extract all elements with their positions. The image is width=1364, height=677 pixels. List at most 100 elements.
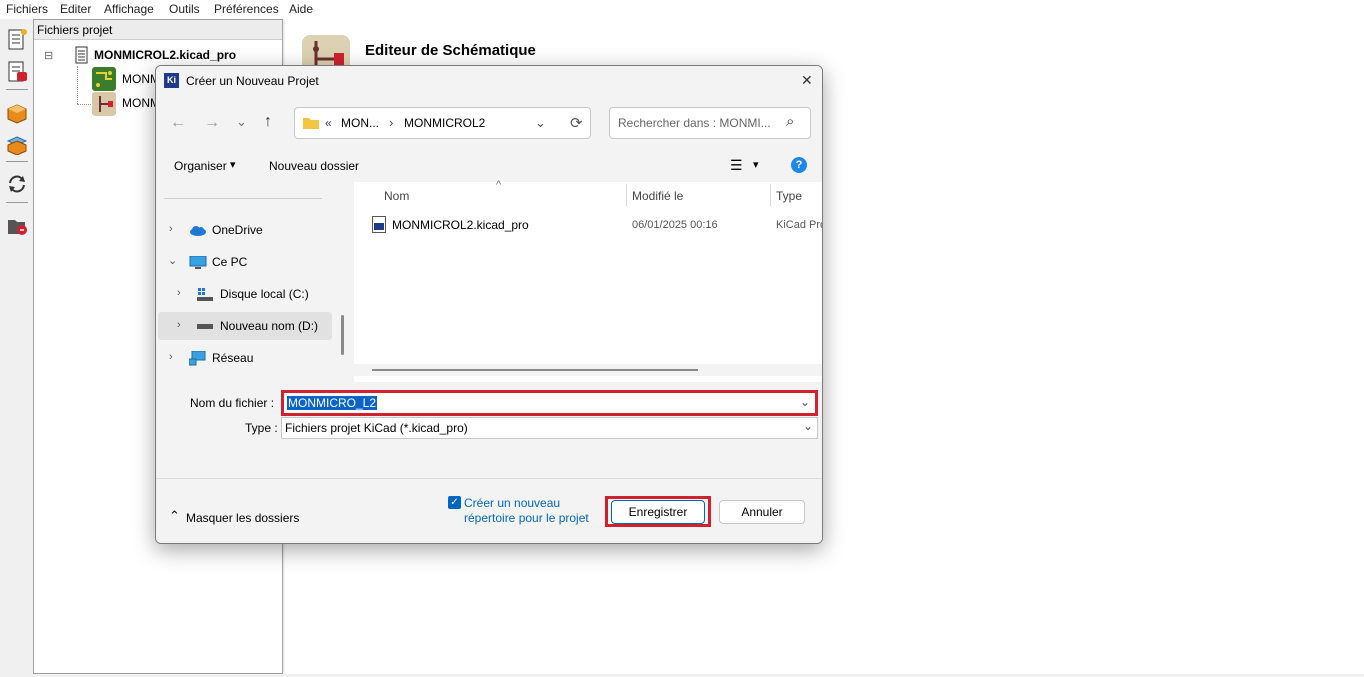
recent-locations-icon[interactable]: ⌄ xyxy=(236,114,247,130)
hide-folders-icon[interactable]: ⌃ xyxy=(169,508,180,524)
filetype-dropdown-icon[interactable]: ⌄ xyxy=(803,419,813,433)
file-type: KiCad Pro xyxy=(776,219,823,231)
nav-item-this-pc[interactable]: ⌄ Ce PC xyxy=(156,248,330,276)
computer-icon xyxy=(189,255,207,270)
refresh-icon[interactable] xyxy=(6,173,28,195)
unarchive-icon[interactable] xyxy=(6,133,28,156)
project-files-header: Fichiers projet xyxy=(34,20,282,40)
tree-line xyxy=(77,66,79,104)
view-dropdown-icon[interactable]: ▾ xyxy=(753,158,759,171)
tree-collapse-toggle[interactable]: ⊟ xyxy=(44,49,53,62)
menu-affichage[interactable]: Affichage xyxy=(104,2,154,16)
collapse-chevron-icon[interactable]: ⌄ xyxy=(168,254,177,267)
toolbar-separator xyxy=(6,161,28,162)
dialog-title: Créer un Nouveau Projet xyxy=(186,74,319,88)
nav-item-label: Nouveau nom (D:) xyxy=(220,319,319,333)
column-header-type[interactable]: Type xyxy=(776,189,802,203)
back-icon[interactable]: ← xyxy=(170,114,186,132)
address-bar[interactable]: « MON... › MONMICROL2 ⌄ ⟳ xyxy=(294,107,591,139)
cloud-icon xyxy=(189,225,207,236)
up-icon[interactable]: ↑ xyxy=(264,113,272,131)
file-name: MONMICROL2.kicad_pro xyxy=(392,218,529,232)
expand-chevron-icon[interactable]: › xyxy=(169,351,173,363)
folder-icon xyxy=(303,116,319,129)
command-bar: Organiser ▾ Nouveau dossier ☰ ▾ ? xyxy=(156,152,822,182)
menu-preferences[interactable]: Préférences xyxy=(214,2,279,16)
table-row[interactable]: MONMICROL2.kicad_pro 06/01/2025 00:16 Ki… xyxy=(354,212,822,238)
nav-item-label: Réseau xyxy=(212,351,254,365)
dialog-close-icon[interactable]: ✕ xyxy=(801,72,813,89)
new-folder-button[interactable]: Nouveau dossier xyxy=(269,159,359,173)
nav-item-network[interactable]: › Réseau xyxy=(156,344,330,372)
open-project-icon[interactable] xyxy=(6,59,28,83)
open-folder-icon[interactable] xyxy=(6,215,28,237)
forward-icon[interactable]: → xyxy=(204,114,220,132)
filename-dropdown-icon[interactable]: ⌄ xyxy=(800,395,810,409)
dialog-titlebar: Ki Créer un Nouveau Projet ✕ xyxy=(156,66,822,96)
hide-folders-button[interactable]: Masquer les dossiers xyxy=(186,511,299,525)
pcb-file-icon xyxy=(92,67,116,91)
nav-item-label: Disque local (C:) xyxy=(220,287,309,301)
nav-item-onedrive[interactable]: › OneDrive xyxy=(156,216,330,244)
schematic-file-icon xyxy=(92,92,116,116)
search-box[interactable]: Rechercher dans : MONMI... ⌕ xyxy=(609,107,811,139)
toolbar-separator xyxy=(6,89,28,90)
archive-icon[interactable] xyxy=(6,103,28,125)
address-dropdown-icon[interactable]: ⌄ xyxy=(535,115,546,131)
menu-bar: Fichiers Editer Affichage Outils Préfére… xyxy=(0,0,1364,19)
column-separator[interactable] xyxy=(770,184,771,206)
menu-fichiers[interactable]: Fichiers xyxy=(6,2,48,16)
tree-root-project[interactable]: MONMICROL2.kicad_pro xyxy=(94,48,236,62)
filename-input[interactable]: MONMICRO_L2 ⌄ xyxy=(281,390,818,416)
path-overflow[interactable]: « xyxy=(325,116,332,130)
navigation-pane: › OneDrive ⌄ Ce PC › Disque local (C:) ›… xyxy=(156,182,354,382)
schematic-editor-title[interactable]: Editeur de Schématique xyxy=(365,42,536,59)
project-file-icon xyxy=(75,46,88,64)
expand-chevron-icon[interactable]: › xyxy=(177,319,181,331)
nav-item-drive-d[interactable]: › Nouveau nom (D:) xyxy=(158,312,332,340)
search-icon[interactable]: ⌕ xyxy=(786,113,794,130)
new-project-dialog: Ki Créer un Nouveau Projet ✕ ← → ⌄ ↑ « M… xyxy=(155,65,823,544)
menu-editer[interactable]: Editer xyxy=(60,2,91,16)
menu-outils[interactable]: Outils xyxy=(169,2,200,16)
expand-chevron-icon[interactable]: › xyxy=(177,287,181,299)
address-bar-area: ← → ⌄ ↑ « MON... › MONMICROL2 ⌄ ⟳ Recher… xyxy=(156,96,822,152)
path-separator: › xyxy=(389,115,394,130)
search-placeholder: Rechercher dans : MONMI... xyxy=(618,116,771,130)
disk-icon xyxy=(197,288,213,301)
nav-item-local-disk-c[interactable]: › Disque local (C:) xyxy=(156,280,330,308)
horizontal-scrollbar[interactable] xyxy=(354,364,822,376)
nav-scrollbar-thumb[interactable] xyxy=(341,315,344,355)
refresh-address-icon[interactable]: ⟳ xyxy=(570,114,583,132)
save-button[interactable]: Enregistrer xyxy=(611,500,705,524)
organize-dropdown-icon[interactable]: ▾ xyxy=(230,158,236,171)
filename-value: MONMICRO_L2 xyxy=(287,396,378,410)
view-mode-icon[interactable]: ☰ xyxy=(730,157,743,174)
file-modified: 06/01/2025 00:16 xyxy=(632,219,718,231)
left-toolbar xyxy=(0,19,33,677)
project-files-title: Fichiers projet xyxy=(37,23,113,37)
checkbox-label-line2[interactable]: répertoire pour le projet xyxy=(464,511,589,525)
filename-label: Nom du fichier : xyxy=(190,396,275,410)
column-headers: Nom Modifié le Type xyxy=(354,182,822,210)
tree-line xyxy=(77,104,91,106)
nav-item-label: Ce PC xyxy=(212,255,248,269)
filetype-select[interactable]: Fichiers projet KiCad (*.kicad_pro) ⌄ xyxy=(281,417,818,439)
file-list: ^ Nom Modifié le Type MONMICROL2.kicad_p… xyxy=(354,179,822,382)
path-segment-parent[interactable]: MON... xyxy=(341,116,379,130)
checkbox-label-line1[interactable]: Créer un nouveau xyxy=(464,496,560,510)
column-header-modified[interactable]: Modifié le xyxy=(632,189,683,203)
create-folder-checkbox[interactable]: ✓ xyxy=(448,496,461,509)
new-project-icon[interactable] xyxy=(6,27,28,51)
scrollbar-thumb[interactable] xyxy=(372,369,698,371)
dialog-footer: ⌃ Masquer les dossiers ✓ Créer un nouvea… xyxy=(156,478,822,543)
help-icon[interactable]: ? xyxy=(791,157,807,173)
expand-chevron-icon[interactable]: › xyxy=(169,223,173,235)
column-header-name[interactable]: Nom xyxy=(384,189,409,203)
nav-item-label: OneDrive xyxy=(212,223,263,237)
menu-aide[interactable]: Aide xyxy=(289,2,313,16)
path-segment-current[interactable]: MONMICROL2 xyxy=(404,116,485,130)
organize-button[interactable]: Organiser xyxy=(174,159,227,173)
cancel-button[interactable]: Annuler xyxy=(719,500,805,524)
column-separator[interactable] xyxy=(626,184,627,206)
